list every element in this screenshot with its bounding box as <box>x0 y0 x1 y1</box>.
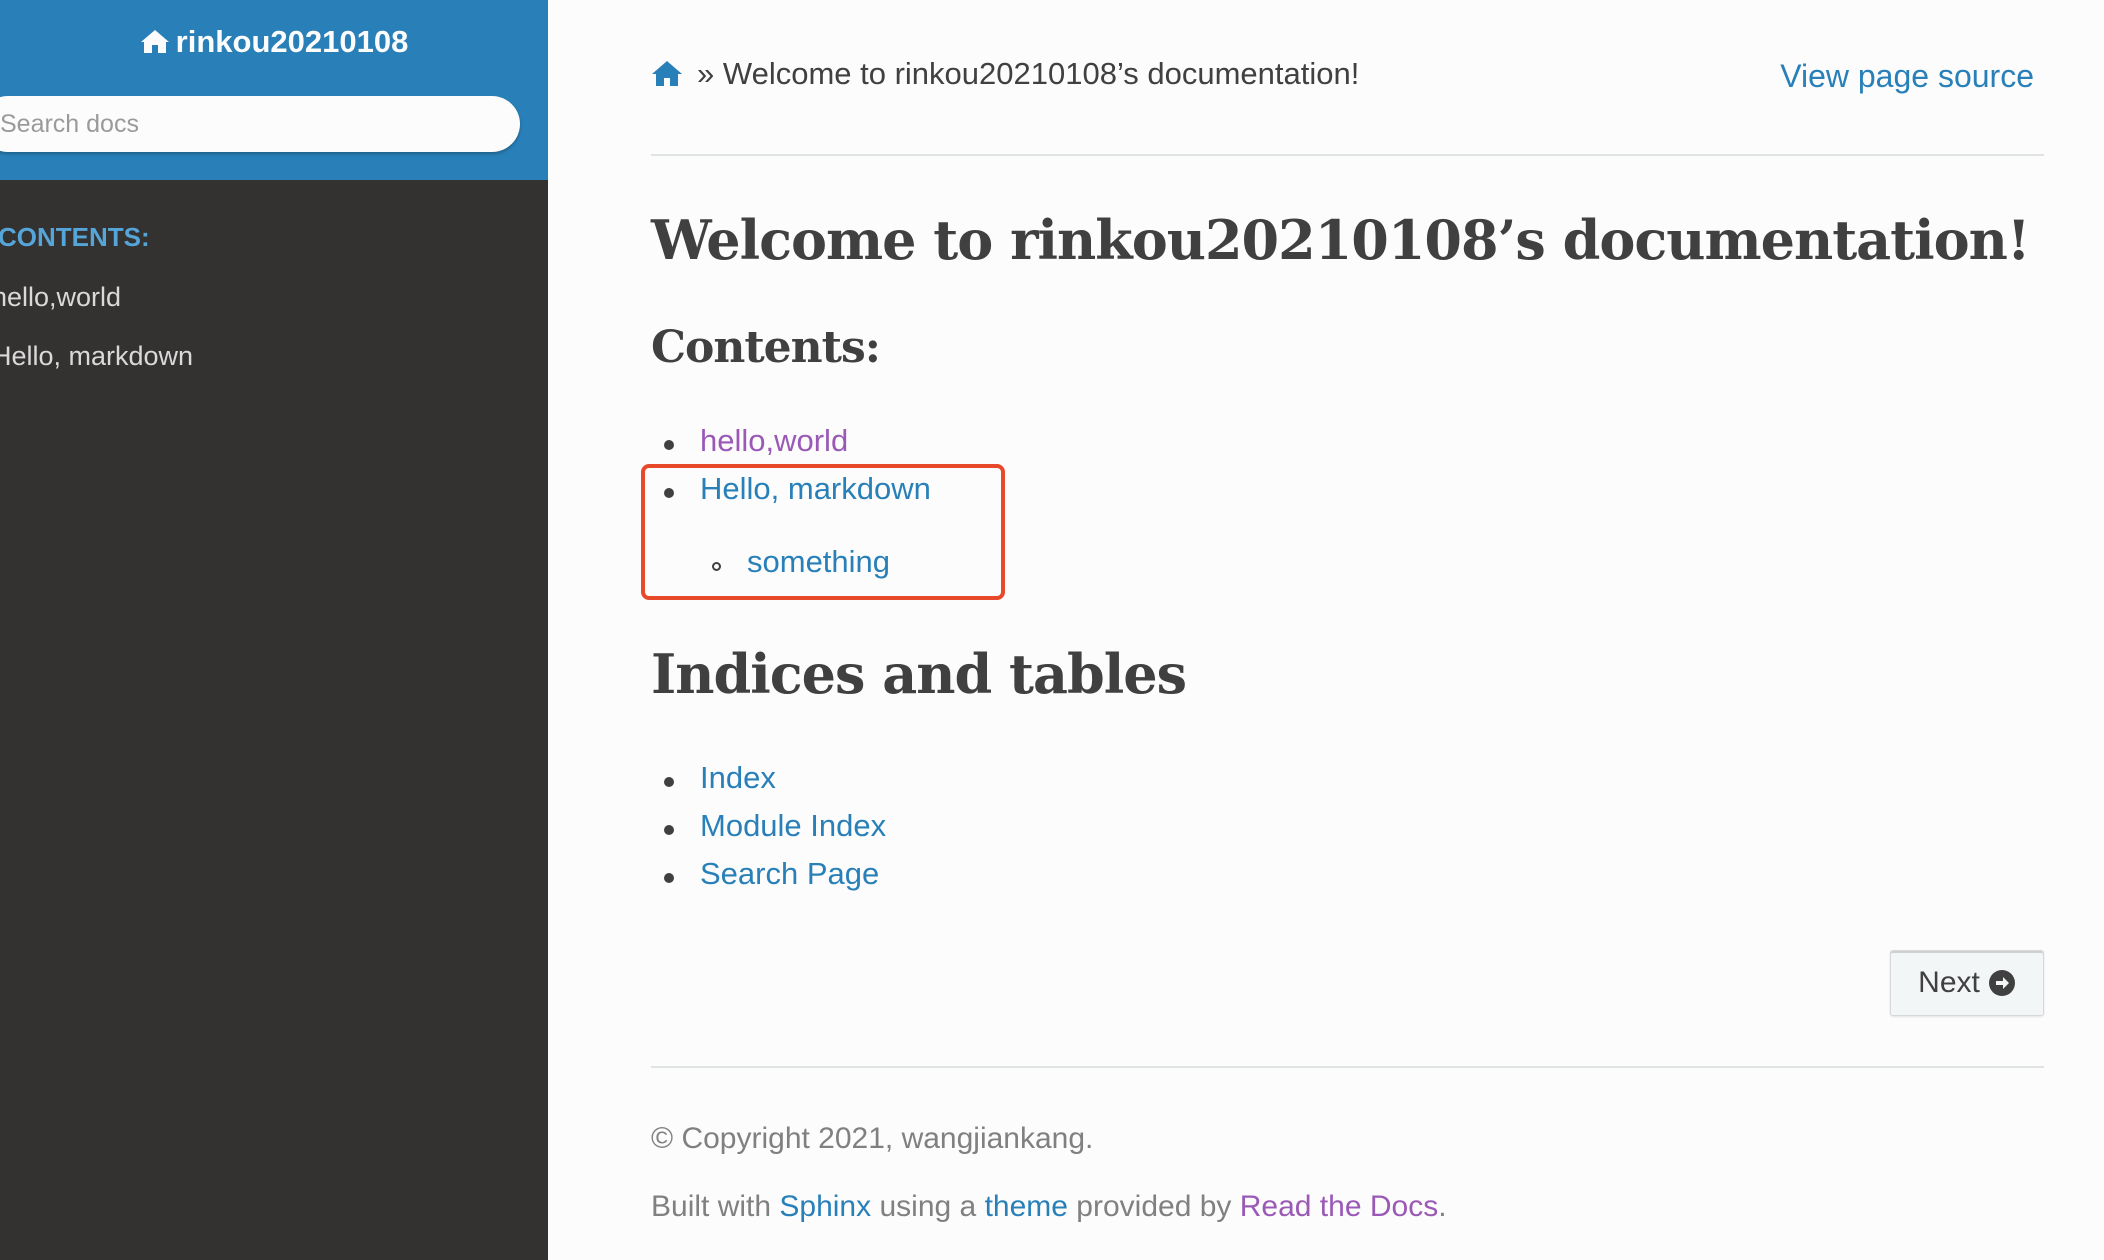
footer-period: . <box>1438 1190 1447 1223</box>
view-page-source-link[interactable]: View page source <box>1780 58 2034 95</box>
search-input[interactable] <box>0 96 520 152</box>
next-button-label: Next <box>1918 966 1980 999</box>
search-page-link[interactable]: Search Page <box>700 856 879 892</box>
bullet <box>664 777 674 787</box>
sidebar-item-hello-markdown[interactable]: Hello, markdown <box>0 341 193 372</box>
top-divider <box>651 154 2044 156</box>
bullet <box>664 825 674 835</box>
index-link[interactable]: Index <box>700 760 776 796</box>
using-a-text: using a <box>879 1190 977 1223</box>
read-the-docs-link[interactable]: Read the Docs <box>1240 1190 1438 1223</box>
breadcrumb-current: Welcome to rinkou20210108’s documentatio… <box>722 56 1360 91</box>
project-home-link[interactable]: rinkou20210108 <box>0 24 548 60</box>
breadcrumb-separator: » <box>697 56 715 91</box>
sphinx-link[interactable]: Sphinx <box>779 1190 871 1223</box>
page-title: Welcome to rinkou20210108’s documentatio… <box>651 208 2031 272</box>
module-index-link[interactable]: Module Index <box>700 808 886 844</box>
theme-link[interactable]: theme <box>985 1190 1068 1223</box>
next-button[interactable]: Next <box>1890 950 2044 1016</box>
indices-heading: Indices and tables <box>651 642 1187 706</box>
bullet <box>664 873 674 883</box>
bullet <box>664 440 674 450</box>
toc-link-hello-world[interactable]: hello,world <box>700 423 848 459</box>
footer-divider <box>651 1066 2044 1068</box>
copyright: © Copyright 2021, wangjiankang. <box>651 1122 1094 1155</box>
sidebar-header: rinkou20210108 <box>0 0 548 180</box>
home-icon[interactable] <box>651 59 683 87</box>
sidebar-item-hello-world[interactable]: hello,world <box>0 282 121 313</box>
highlight-box <box>641 464 1005 600</box>
provided-by-text: provided by <box>1076 1190 1232 1223</box>
contents-heading: Contents: <box>651 322 881 373</box>
built-with-line: Built with Sphinx using a theme provided… <box>651 1190 1447 1224</box>
home-icon <box>140 30 169 53</box>
built-prefix: Built with <box>651 1190 772 1223</box>
circle-arrow-right-icon <box>1988 970 2015 996</box>
breadcrumb: » Welcome to rinkou20210108’s documentat… <box>651 56 1359 92</box>
sidebar: rinkou20210108 CONTENTS: hello,world Hel… <box>0 0 548 1260</box>
sidebar-caption: CONTENTS: <box>0 222 150 252</box>
project-name: rinkou20210108 <box>175 24 409 59</box>
